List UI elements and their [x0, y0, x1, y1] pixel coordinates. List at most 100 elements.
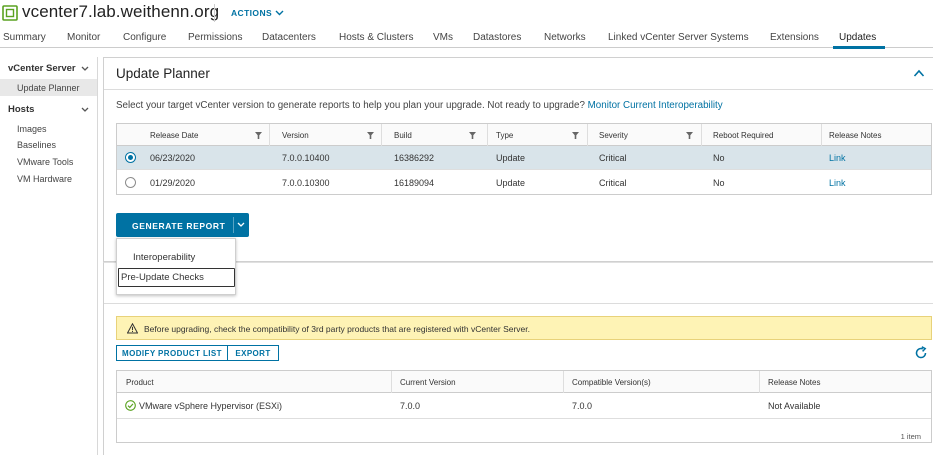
col-current-version[interactable]: Current Version: [400, 378, 456, 387]
tab-networks[interactable]: Networks: [544, 32, 586, 43]
column-divider: [381, 124, 382, 146]
cell-type: Update: [496, 178, 526, 188]
sidebar-item-vm-hardware[interactable]: VM Hardware: [17, 174, 72, 184]
table-row[interactable]: VMware vSphere Hypervisor (ESXi) 7.0.0 7…: [117, 393, 931, 419]
panel-title: Update Planner: [116, 66, 210, 81]
table-row[interactable]: 06/23/2020 7.0.0.10400 16386292 Update C…: [117, 146, 931, 170]
cell-compatible-version: 7.0.0: [572, 401, 593, 411]
chevron-down-icon[interactable]: [237, 222, 245, 228]
actions-menu-button[interactable]: ACTIONS: [231, 8, 284, 18]
cell-type: Update: [496, 153, 526, 163]
object-tabs: Summary Monitor Configure Permissions Da…: [0, 30, 933, 49]
header-divider: [214, 4, 215, 22]
tab-updates[interactable]: Updates: [839, 32, 876, 43]
chevron-down-icon: [275, 10, 284, 16]
cell-release-date: 06/23/2020: [150, 153, 196, 163]
intro-text: Select your target vCenter version to ge…: [116, 100, 585, 111]
col-release-date[interactable]: Release Date: [150, 131, 198, 140]
filter-icon[interactable]: [367, 132, 374, 139]
column-divider: [701, 124, 702, 146]
tab-summary[interactable]: Summary: [3, 32, 46, 43]
cell-product: VMware vSphere Hypervisor (ESXi): [139, 401, 283, 411]
sidebar-group-hosts[interactable]: Hosts: [8, 104, 34, 115]
cell-current-version: 7.0.0: [400, 401, 421, 411]
col-compatible-versions[interactable]: Compatible Version(s): [572, 378, 651, 387]
tab-linked-vcenter[interactable]: Linked vCenter Server Systems: [608, 32, 749, 43]
tab-vms[interactable]: VMs: [433, 32, 453, 43]
panel-divider: [104, 303, 933, 304]
chevron-up-icon[interactable]: [913, 68, 925, 78]
menu-item-interoperability[interactable]: Interoperability: [118, 248, 235, 267]
tab-monitor[interactable]: Monitor: [67, 32, 100, 43]
column-divider: [587, 124, 588, 146]
sidebar-item-update-planner[interactable]: Update Planner: [17, 83, 80, 93]
col-reboot-required[interactable]: Reboot Required: [713, 131, 773, 140]
filter-icon[interactable]: [686, 132, 693, 139]
filter-icon[interactable]: [255, 132, 262, 139]
cell-build: 16189094: [394, 178, 435, 188]
cell-reboot: No: [713, 153, 725, 163]
tab-extensions[interactable]: Extensions: [770, 32, 819, 43]
warning-icon: [127, 323, 138, 334]
compatibility-warning: Before upgrading, check the compatibilit…: [116, 316, 932, 340]
sidebar-group-vcenter-server[interactable]: vCenter Server: [8, 63, 76, 74]
release-table: Release Date Version Build Type Severity…: [116, 123, 932, 195]
table-header: Product Current Version Compatible Versi…: [117, 371, 931, 393]
app-header: vcenter7.lab.weithenn.org ACTIONS: [0, 0, 933, 30]
filter-icon[interactable]: [572, 132, 579, 139]
row-radio[interactable]: [125, 177, 136, 188]
generate-report-label: GENERATE REPORT: [132, 221, 226, 231]
modify-product-list-label: MODIFY PRODUCT LIST: [122, 349, 222, 358]
column-divider: [487, 124, 488, 146]
col-version[interactable]: Version: [282, 131, 309, 140]
warning-text: Before upgrading, check the compatibilit…: [144, 324, 531, 334]
cell-reboot: No: [713, 178, 725, 188]
export-button[interactable]: EXPORT: [227, 345, 279, 361]
column-divider: [391, 371, 392, 393]
col-type[interactable]: Type: [496, 131, 513, 140]
tab-hosts-clusters[interactable]: Hosts & Clusters: [339, 32, 413, 43]
cell-severity: Critical: [599, 153, 627, 163]
col-release-notes[interactable]: Release Notes: [829, 131, 881, 140]
chevron-down-icon[interactable]: [81, 107, 89, 113]
tab-datacenters[interactable]: Datacenters: [262, 32, 316, 43]
filter-icon[interactable]: [469, 132, 476, 139]
col-release-notes[interactable]: Release Notes: [768, 378, 820, 387]
sidebar-item-baselines[interactable]: Baselines: [17, 140, 56, 150]
menu-item-label: Pre-Update Checks: [121, 272, 204, 283]
cell-build: 16386292: [394, 153, 435, 163]
refresh-icon[interactable]: [914, 346, 928, 360]
col-product[interactable]: Product: [126, 378, 154, 387]
check-circle-icon: [125, 400, 136, 411]
modify-product-list-button[interactable]: MODIFY PRODUCT LIST: [116, 345, 228, 361]
generate-report-button[interactable]: GENERATE REPORT: [116, 213, 249, 237]
product-table: Product Current Version Compatible Versi…: [116, 370, 932, 443]
host-title: vcenter7.lab.weithenn.org: [22, 2, 220, 21]
cell-version: 7.0.0.10400: [282, 153, 330, 163]
sidebar-item-images[interactable]: Images: [17, 124, 47, 134]
column-divider: [269, 124, 270, 146]
release-notes-link[interactable]: Link: [829, 178, 846, 188]
release-notes-link[interactable]: Link: [829, 153, 846, 163]
tab-datastores[interactable]: Datastores: [473, 32, 521, 43]
tab-configure[interactable]: Configure: [123, 32, 166, 43]
table-row[interactable]: 01/29/2020 7.0.0.10300 16189094 Update C…: [117, 171, 931, 195]
sidebar-item-vmware-tools[interactable]: VMware Tools: [17, 157, 73, 167]
button-divider: [233, 217, 234, 233]
vcenter-icon: [2, 5, 18, 21]
planner-intro: Select your target vCenter version to ge…: [116, 100, 723, 111]
chevron-down-icon[interactable]: [81, 66, 89, 72]
item-count: 1 item: [900, 432, 921, 441]
menu-item-label: Interoperability: [133, 252, 196, 263]
col-build[interactable]: Build: [394, 131, 412, 140]
col-severity[interactable]: Severity: [599, 131, 628, 140]
tab-permissions[interactable]: Permissions: [188, 32, 242, 43]
cell-release-date: 01/29/2020: [150, 178, 196, 188]
active-tab-indicator: [833, 46, 885, 49]
menu-item-pre-update-checks[interactable]: Pre-Update Checks: [118, 268, 235, 287]
monitor-interoperability-link[interactable]: Monitor Current Interoperability: [588, 100, 723, 111]
export-label: EXPORT: [235, 349, 271, 358]
sidebar: vCenter Server Update Planner Hosts Imag…: [0, 57, 98, 455]
row-radio[interactable]: [125, 152, 136, 163]
column-divider: [821, 124, 822, 146]
